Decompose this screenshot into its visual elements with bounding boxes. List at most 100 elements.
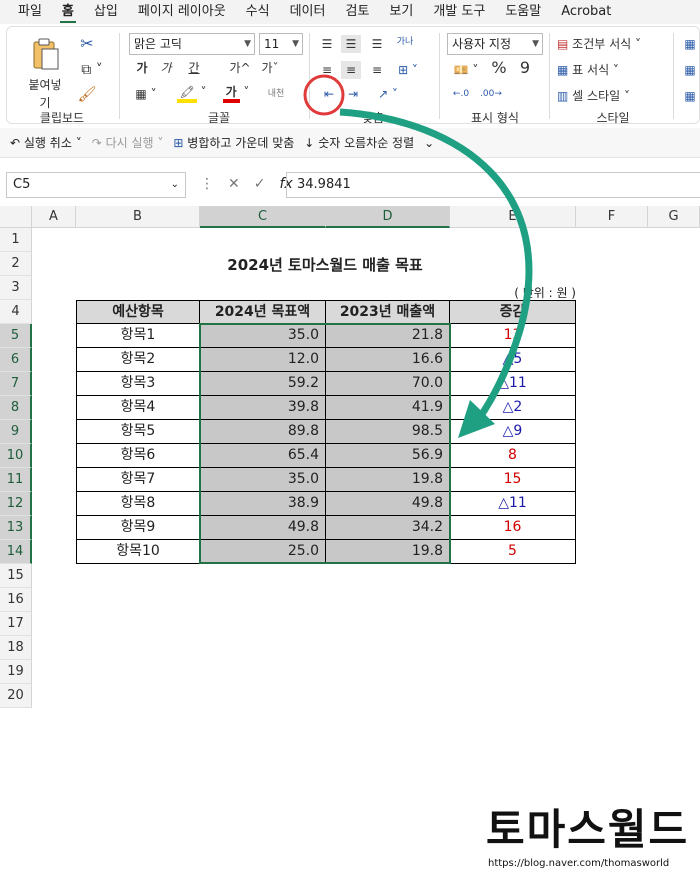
- align-top-icon[interactable]: ☰: [317, 35, 337, 53]
- format-cells-icon[interactable]: ▦: [681, 87, 699, 105]
- table-cell-item[interactable]: 항목3: [76, 372, 200, 396]
- menu-home[interactable]: 홈: [52, 0, 84, 24]
- decrease-decimal-icon[interactable]: .00→: [479, 85, 503, 103]
- font-name-combo[interactable]: 맑은 고딕 ▼: [129, 33, 255, 55]
- table-cell-target[interactable]: 59.2: [200, 372, 326, 396]
- border-icon[interactable]: ▦ ˅: [133, 85, 159, 103]
- insert-cells-icon[interactable]: ▦: [681, 35, 699, 53]
- table-cell-diff[interactable]: 8: [450, 444, 576, 468]
- increase-indent-icon[interactable]: ⇥: [343, 85, 363, 103]
- delete-cells-icon[interactable]: ▦: [681, 61, 699, 79]
- redo-button[interactable]: ↷ 다시 실행 ˅: [92, 134, 164, 151]
- align-right-icon[interactable]: ≡: [367, 61, 387, 79]
- table-cell-item[interactable]: 항목8: [76, 492, 200, 516]
- menu-developer[interactable]: 개발 도구: [423, 0, 495, 24]
- table-cell-sales[interactable]: 21.8: [326, 324, 450, 348]
- number-format-combo[interactable]: 사용자 지정 ▼: [447, 33, 543, 55]
- menu-file[interactable]: 파일: [8, 0, 52, 24]
- format-painter-icon[interactable]: 🖌: [77, 85, 97, 103]
- row-header-7[interactable]: 7: [0, 372, 32, 396]
- currency-icon[interactable]: 💴 ˅: [449, 61, 483, 79]
- cell-style-button[interactable]: ▥ 셀 스타일 ˅: [557, 87, 667, 105]
- font-color-icon[interactable]: 가 ˅: [219, 83, 253, 103]
- row-header-15[interactable]: 15: [0, 564, 32, 588]
- grow-font-button[interactable]: 가^: [227, 59, 253, 77]
- undo-button[interactable]: ↶ 실행 취소 ˅: [10, 134, 82, 151]
- copy-icon[interactable]: ⧉ ˅: [77, 61, 107, 79]
- align-center-icon[interactable]: ≡: [341, 61, 361, 79]
- table-header-target[interactable]: 2024년 목표액: [200, 300, 326, 324]
- table-cell-diff[interactable]: 15: [450, 468, 576, 492]
- table-cell-target[interactable]: 39.8: [200, 396, 326, 420]
- row-header-18[interactable]: 18: [0, 636, 32, 660]
- row-header-12[interactable]: 12: [0, 492, 32, 516]
- table-cell-item[interactable]: 항목5: [76, 420, 200, 444]
- table-header-item[interactable]: 예산항목: [76, 300, 200, 324]
- table-cell-diff[interactable]: 5: [450, 540, 576, 564]
- column-header-b[interactable]: B: [76, 206, 200, 228]
- menu-acrobat[interactable]: Acrobat: [551, 0, 621, 24]
- formula-input[interactable]: 34.9841: [286, 172, 700, 198]
- table-cell-item[interactable]: 항목6: [76, 444, 200, 468]
- menu-review[interactable]: 검토: [335, 0, 379, 24]
- table-cell-diff[interactable]: 16: [450, 516, 576, 540]
- table-cell-diff[interactable]: △11: [450, 492, 576, 516]
- row-header-9[interactable]: 9: [0, 420, 32, 444]
- row-header-2[interactable]: 2: [0, 252, 32, 276]
- row-header-20[interactable]: 20: [0, 684, 32, 708]
- row-header-4[interactable]: 4: [0, 300, 32, 324]
- paste-button[interactable]: 붙여넣기: [23, 37, 67, 110]
- row-header-5[interactable]: 5: [0, 324, 32, 348]
- percent-icon[interactable]: %: [489, 59, 509, 77]
- row-header-13[interactable]: 13: [0, 516, 32, 540]
- column-header-a[interactable]: A: [32, 206, 76, 228]
- column-header-f[interactable]: F: [576, 206, 648, 228]
- table-cell-sales[interactable]: 56.9: [326, 444, 450, 468]
- column-header-e[interactable]: E: [450, 206, 576, 228]
- name-box[interactable]: C5 ⌄: [6, 172, 186, 198]
- row-header-19[interactable]: 19: [0, 660, 32, 684]
- table-cell-target[interactable]: 12.0: [200, 348, 326, 372]
- row-header-6[interactable]: 6: [0, 348, 32, 372]
- column-header-c[interactable]: C: [200, 206, 326, 228]
- row-header-11[interactable]: 11: [0, 468, 32, 492]
- table-cell-target[interactable]: 38.9: [200, 492, 326, 516]
- sort-ascending-button[interactable]: ↓ 숫자 오름차순 정렬: [304, 134, 414, 151]
- table-cell-item[interactable]: 항목1: [76, 324, 200, 348]
- table-cell-diff[interactable]: 13: [450, 324, 576, 348]
- align-bottom-icon[interactable]: ☰: [367, 35, 387, 53]
- customize-qat-icon[interactable]: ⌄: [424, 136, 434, 150]
- table-cell-target[interactable]: 25.0: [200, 540, 326, 564]
- table-cell-sales[interactable]: 34.2: [326, 516, 450, 540]
- column-header-g[interactable]: G: [648, 206, 700, 228]
- menu-page-layout[interactable]: 페이지 레이아웃: [128, 0, 236, 24]
- enter-icon[interactable]: ✓: [254, 176, 266, 192]
- comma-icon[interactable]: 9: [515, 59, 535, 77]
- menu-help[interactable]: 도움말: [495, 0, 551, 24]
- align-left-icon[interactable]: ≡: [317, 61, 337, 79]
- font-size-combo[interactable]: 11 ▼: [259, 33, 303, 55]
- menu-view[interactable]: 보기: [379, 0, 423, 24]
- table-cell-sales[interactable]: 70.0: [326, 372, 450, 396]
- orientation-icon[interactable]: ↗ ˅: [373, 85, 403, 103]
- decrease-indent-icon[interactable]: ⇤: [319, 85, 339, 103]
- cut-icon[interactable]: ✂: [77, 35, 97, 53]
- phonetic-button[interactable]: 내천: [261, 85, 291, 103]
- table-cell-target[interactable]: 65.4: [200, 444, 326, 468]
- table-format-button[interactable]: ▦ 표 서식 ˅: [557, 61, 667, 79]
- table-cell-item[interactable]: 항목9: [76, 516, 200, 540]
- increase-decimal-icon[interactable]: ←.0: [449, 85, 473, 103]
- table-cell-target[interactable]: 35.0: [200, 324, 326, 348]
- row-header-8[interactable]: 8: [0, 396, 32, 420]
- cancel-icon[interactable]: ✕: [228, 176, 240, 192]
- row-header-17[interactable]: 17: [0, 612, 32, 636]
- merge-center-icon[interactable]: ⊞ ˅: [393, 61, 423, 79]
- table-cell-item[interactable]: 항목7: [76, 468, 200, 492]
- table-cell-sales[interactable]: 98.5: [326, 420, 450, 444]
- conditional-format-button[interactable]: ▤ 조건부 서식 ˅: [557, 35, 667, 53]
- bold-button[interactable]: 가: [133, 59, 151, 77]
- italic-button[interactable]: 가: [157, 59, 175, 77]
- row-header-3[interactable]: 3: [0, 276, 32, 300]
- table-cell-target[interactable]: 89.8: [200, 420, 326, 444]
- table-cell-sales[interactable]: 41.9: [326, 396, 450, 420]
